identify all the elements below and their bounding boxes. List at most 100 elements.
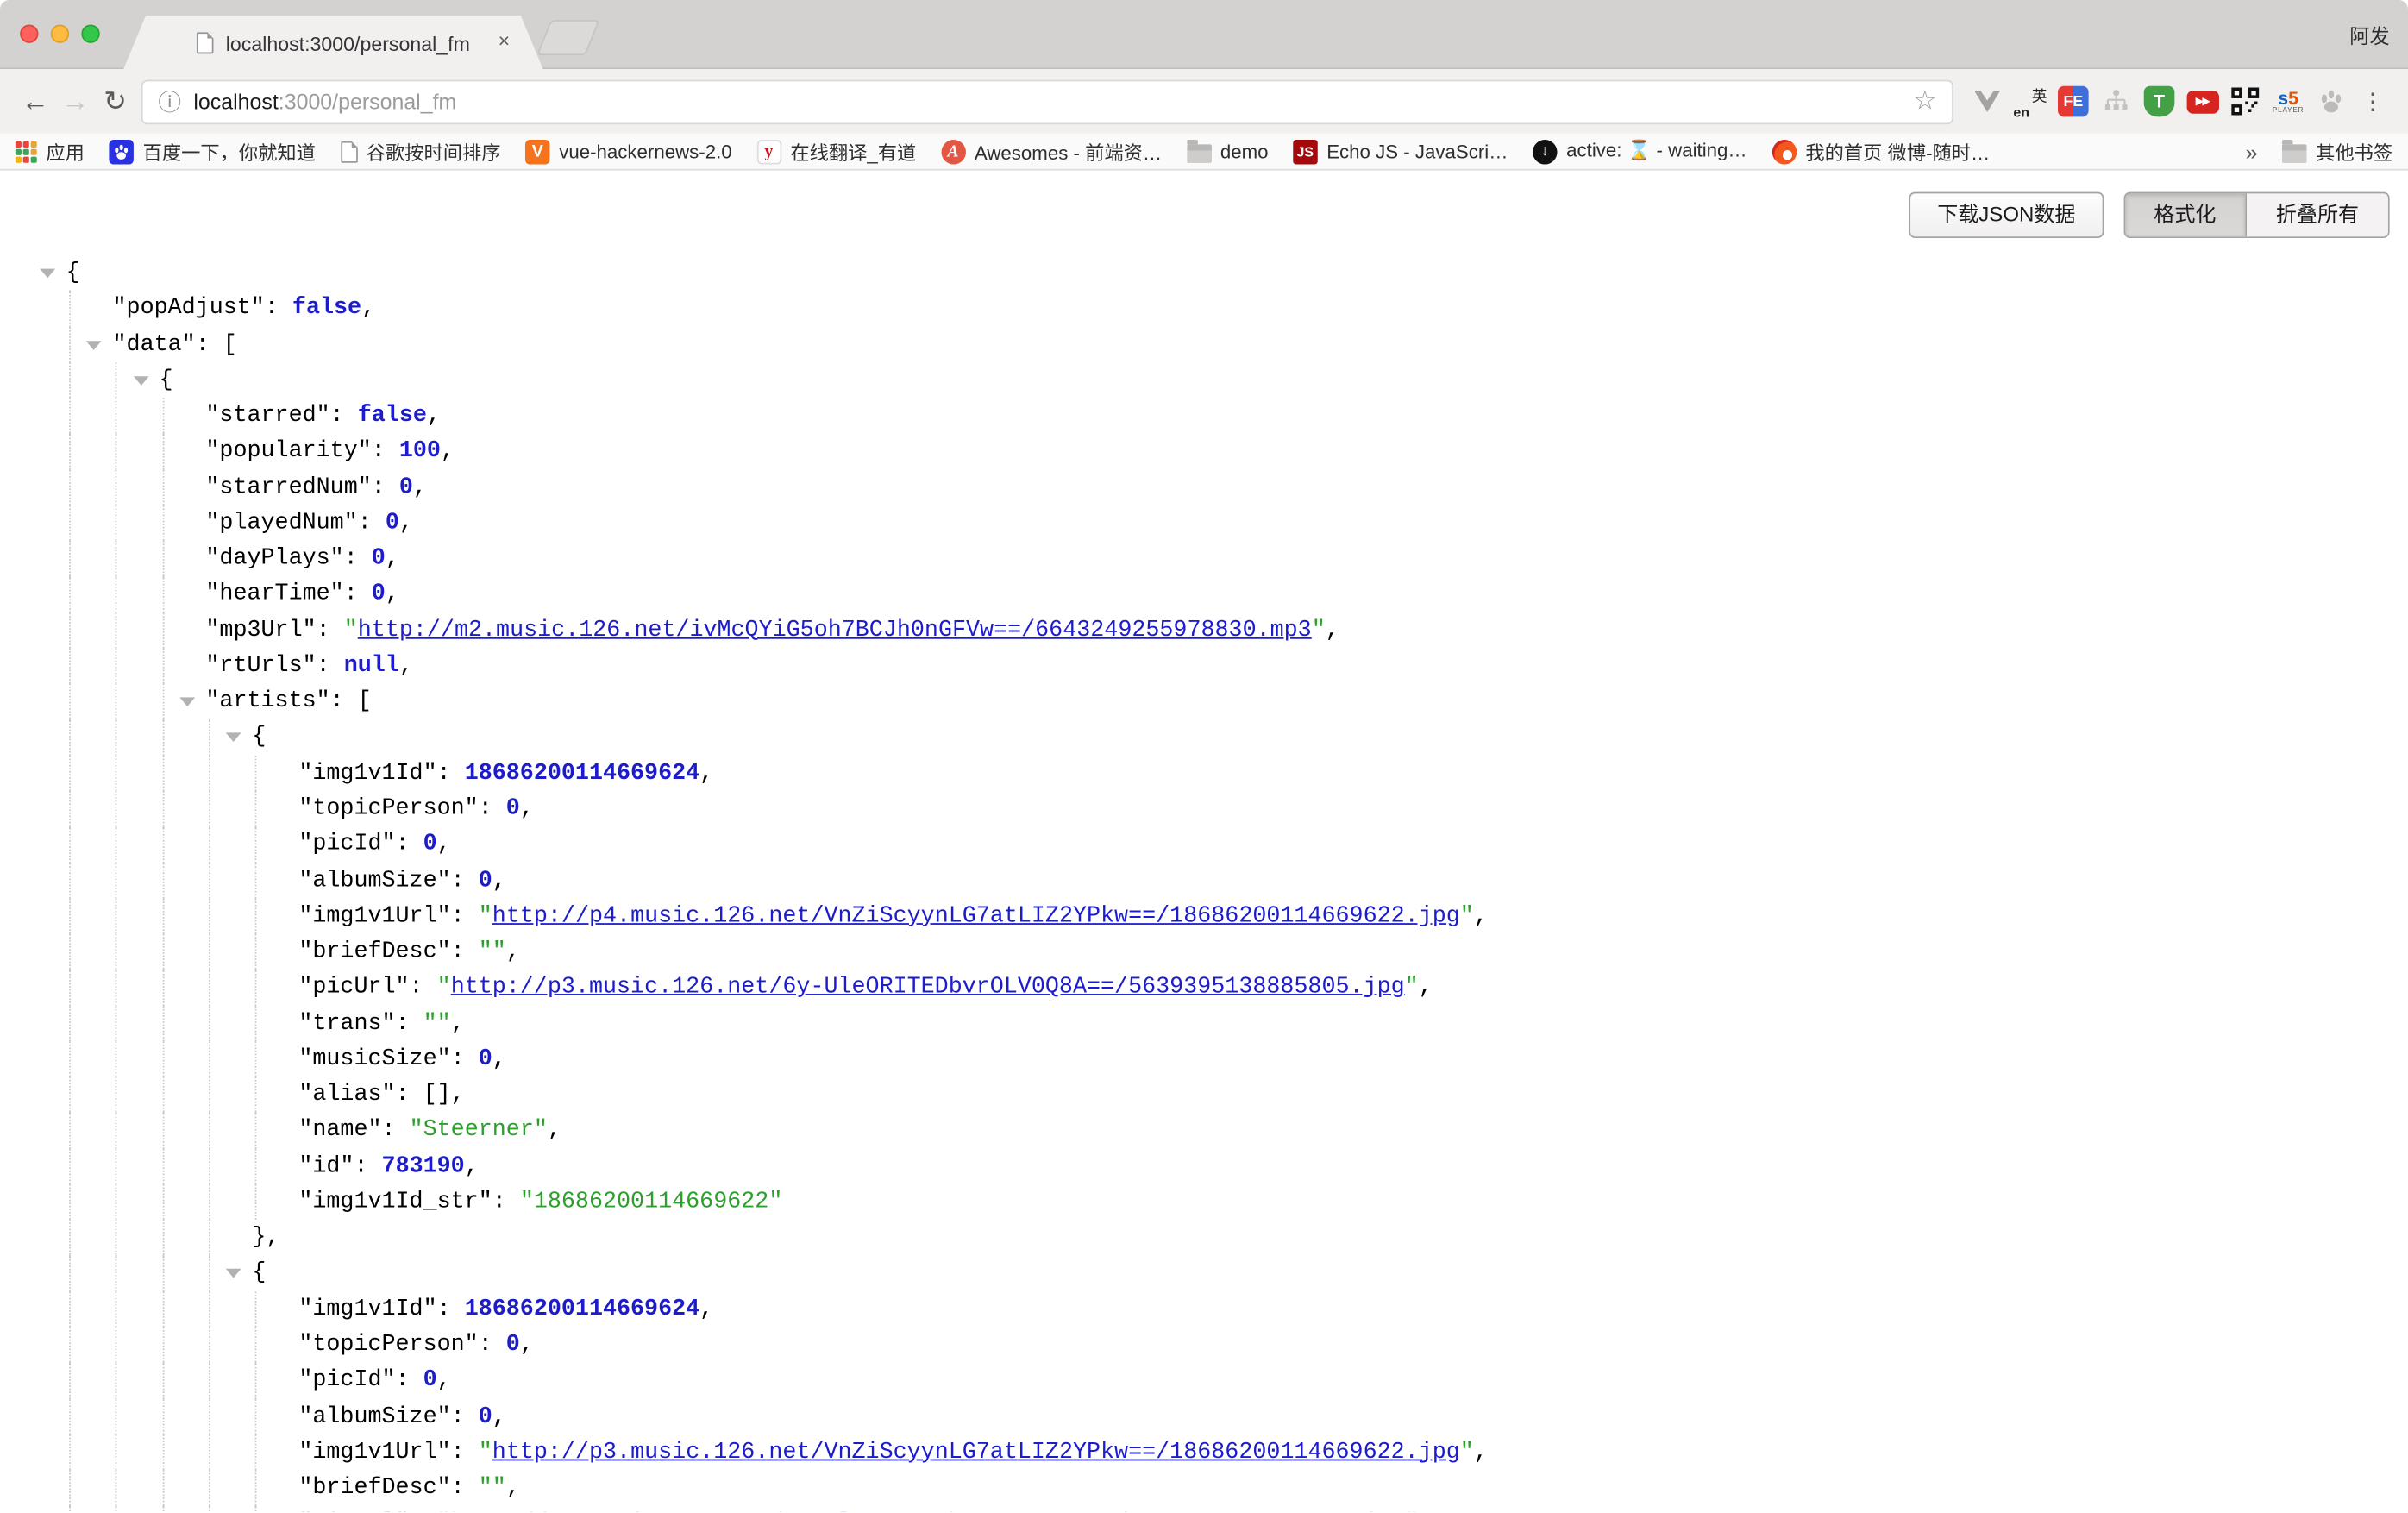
indent-guide	[69, 541, 71, 576]
indent-guide	[162, 1327, 164, 1362]
json-key: "img1v1Id"	[298, 1296, 436, 1322]
format-button[interactable]: 格式化	[2124, 193, 2245, 236]
bookmark-awesomes[interactable]: A Awesomes - 前端资…	[941, 136, 1162, 166]
bookmark-apps[interactable]: 应用	[16, 136, 85, 166]
browser-toolbar: ← → ↻ ⓘ localhost :3000/personal_fm ☆ 英 …	[0, 69, 2408, 134]
indent-guide	[69, 612, 71, 648]
zoom-window-button[interactable]	[81, 24, 99, 42]
translate-extension-icon[interactable]: 英 en	[2009, 80, 2052, 123]
address-bar[interactable]: ⓘ localhost :3000/personal_fm ☆	[141, 79, 1953, 124]
json-key: "briefDesc"	[298, 939, 450, 964]
browser-tab[interactable]: localhost:3000/personal_fm ×	[122, 16, 543, 71]
json-string: "	[479, 903, 492, 929]
bookmark-weibo[interactable]: 我的首页 微博-随时…	[1772, 136, 1990, 166]
collapse-toggle-icon[interactable]	[40, 269, 55, 279]
bookmark-youdao[interactable]: y 在线翻译_有道	[756, 136, 916, 166]
json-line: "starredNum": 0,	[0, 469, 2408, 505]
json-punctuation: :	[437, 760, 465, 786]
json-key: "playedNum"	[205, 510, 357, 536]
bookmark-echojs[interactable]: JS Echo JS - JavaScri…	[1293, 139, 1508, 163]
indent-guide	[116, 648, 117, 683]
fe-toolbox-extension-icon[interactable]: FE	[2052, 80, 2095, 123]
json-punctuation: ,	[699, 1296, 713, 1322]
new-tab-button[interactable]	[536, 20, 600, 55]
json-line: {	[0, 255, 2408, 291]
indent-guide	[69, 326, 71, 361]
collapse-toggle-icon[interactable]	[226, 733, 241, 743]
collapse-all-button[interactable]: 折叠所有	[2245, 193, 2388, 236]
json-key: "starred"	[205, 403, 329, 429]
indent-guide	[162, 1148, 164, 1183]
weibo-icon	[1772, 139, 1796, 163]
collapse-toggle-icon[interactable]	[179, 698, 195, 707]
indent-guide	[116, 1435, 117, 1470]
reload-icon[interactable]: ↻	[95, 85, 135, 117]
qr-code-extension-icon[interactable]	[2223, 80, 2267, 123]
qr-glyph	[2231, 87, 2259, 115]
chrome-menu-icon[interactable]: ⋮	[2353, 87, 2392, 115]
other-bookmarks[interactable]: 其他书签	[2282, 136, 2392, 166]
indent-guide	[255, 898, 257, 933]
close-window-button[interactable]	[20, 24, 38, 42]
collapse-toggle-icon[interactable]	[86, 340, 102, 349]
indent-guide	[162, 970, 164, 1005]
json-string: "	[1460, 903, 1474, 929]
json-key: "data"	[113, 331, 196, 357]
bookmarks-overflow-icon[interactable]: »	[2246, 139, 2258, 163]
indent-guide	[69, 505, 71, 541]
json-punctuation: :	[451, 939, 479, 964]
tampermonkey-extension-icon[interactable]: T	[2138, 80, 2181, 123]
json-key: "musicSize"	[298, 1045, 450, 1071]
json-punctuation: {	[159, 367, 172, 392]
json-url-link[interactable]: http://p4.music.126.net/6y-UleORITEDbvrO…	[451, 1510, 1405, 1511]
indent-guide	[116, 505, 117, 541]
vue-devtools-extension-icon[interactable]	[1966, 80, 2009, 123]
json-url-link[interactable]: http://p4.music.126.net/VnZiScyynLG7atLI…	[492, 903, 1460, 929]
bookmark-download-active[interactable]: ↓ active: ⌛ - waiting…	[1533, 139, 1747, 163]
tab-title: localhost:3000/personal_fm	[226, 32, 470, 55]
back-icon[interactable]: ←	[16, 85, 55, 117]
json-literal: false	[292, 295, 361, 321]
json-punctuation: :	[317, 617, 344, 643]
echojs-icon: JS	[1293, 139, 1317, 163]
indent-guide	[255, 1113, 257, 1148]
json-punctuation: ,	[1474, 903, 1488, 929]
json-punctuation: :	[344, 581, 372, 607]
forward-icon[interactable]: →	[55, 85, 95, 117]
collapse-toggle-icon[interactable]	[226, 1270, 241, 1279]
bookmark-baidu[interactable]: 百度一下，你就知道	[109, 136, 316, 166]
html5-player-extension-icon[interactable]: s5 PLAYER	[2267, 80, 2310, 123]
bookmark-demo-folder[interactable]: demo	[1187, 141, 1269, 162]
video-speed-extension-icon[interactable]: ▶▶	[2180, 80, 2223, 123]
json-key: "topicPerson"	[298, 1332, 478, 1358]
bookmark-label: demo	[1220, 141, 1269, 162]
json-url-link[interactable]: http://m2.music.126.net/ivMcQYiG5oh7BCJh…	[358, 617, 1312, 643]
youdao-y-icon: y	[756, 139, 781, 163]
json-line: "img1v1Id_str": "18686200114669622"	[0, 1184, 2408, 1220]
indent-guide	[69, 1327, 71, 1362]
profile-name[interactable]: 阿发	[2349, 20, 2389, 49]
bookmark-vue-hackernews[interactable]: V vue-hackernews-2.0	[525, 139, 732, 163]
page-info-icon[interactable]: ⓘ	[158, 85, 181, 117]
paw-extension-icon[interactable]	[2310, 80, 2353, 123]
minimize-window-button[interactable]	[51, 24, 69, 42]
indent-guide	[209, 756, 210, 791]
indent-guide	[69, 756, 71, 791]
json-punctuation: ,	[520, 1332, 534, 1358]
json-line: "artists": [	[0, 684, 2408, 719]
json-punctuation: :	[382, 1117, 410, 1143]
json-line: "alias": [],	[0, 1077, 2408, 1112]
json-url-link[interactable]: http://p3.music.126.net/6y-UleORITEDbvrO…	[451, 974, 1405, 1000]
json-key: "img1v1Id"	[298, 760, 436, 786]
json-string: "18686200114669622"	[520, 1189, 783, 1215]
json-punctuation: ,	[1419, 1510, 1433, 1511]
download-json-button[interactable]: 下载JSON数据	[1909, 192, 2103, 238]
tab-close-icon[interactable]: ×	[499, 29, 511, 53]
collapse-toggle-icon[interactable]	[133, 376, 148, 386]
sitemap-extension-icon[interactable]	[2095, 80, 2138, 123]
bookmark-google-sorted[interactable]: 谷歌按时间排序	[340, 136, 500, 166]
json-punctuation: ,	[399, 653, 413, 679]
json-url-link[interactable]: http://p3.music.126.net/VnZiScyynLG7atLI…	[492, 1439, 1460, 1465]
bookmark-star-icon[interactable]: ☆	[1913, 86, 1936, 117]
indent-guide	[209, 1041, 210, 1077]
